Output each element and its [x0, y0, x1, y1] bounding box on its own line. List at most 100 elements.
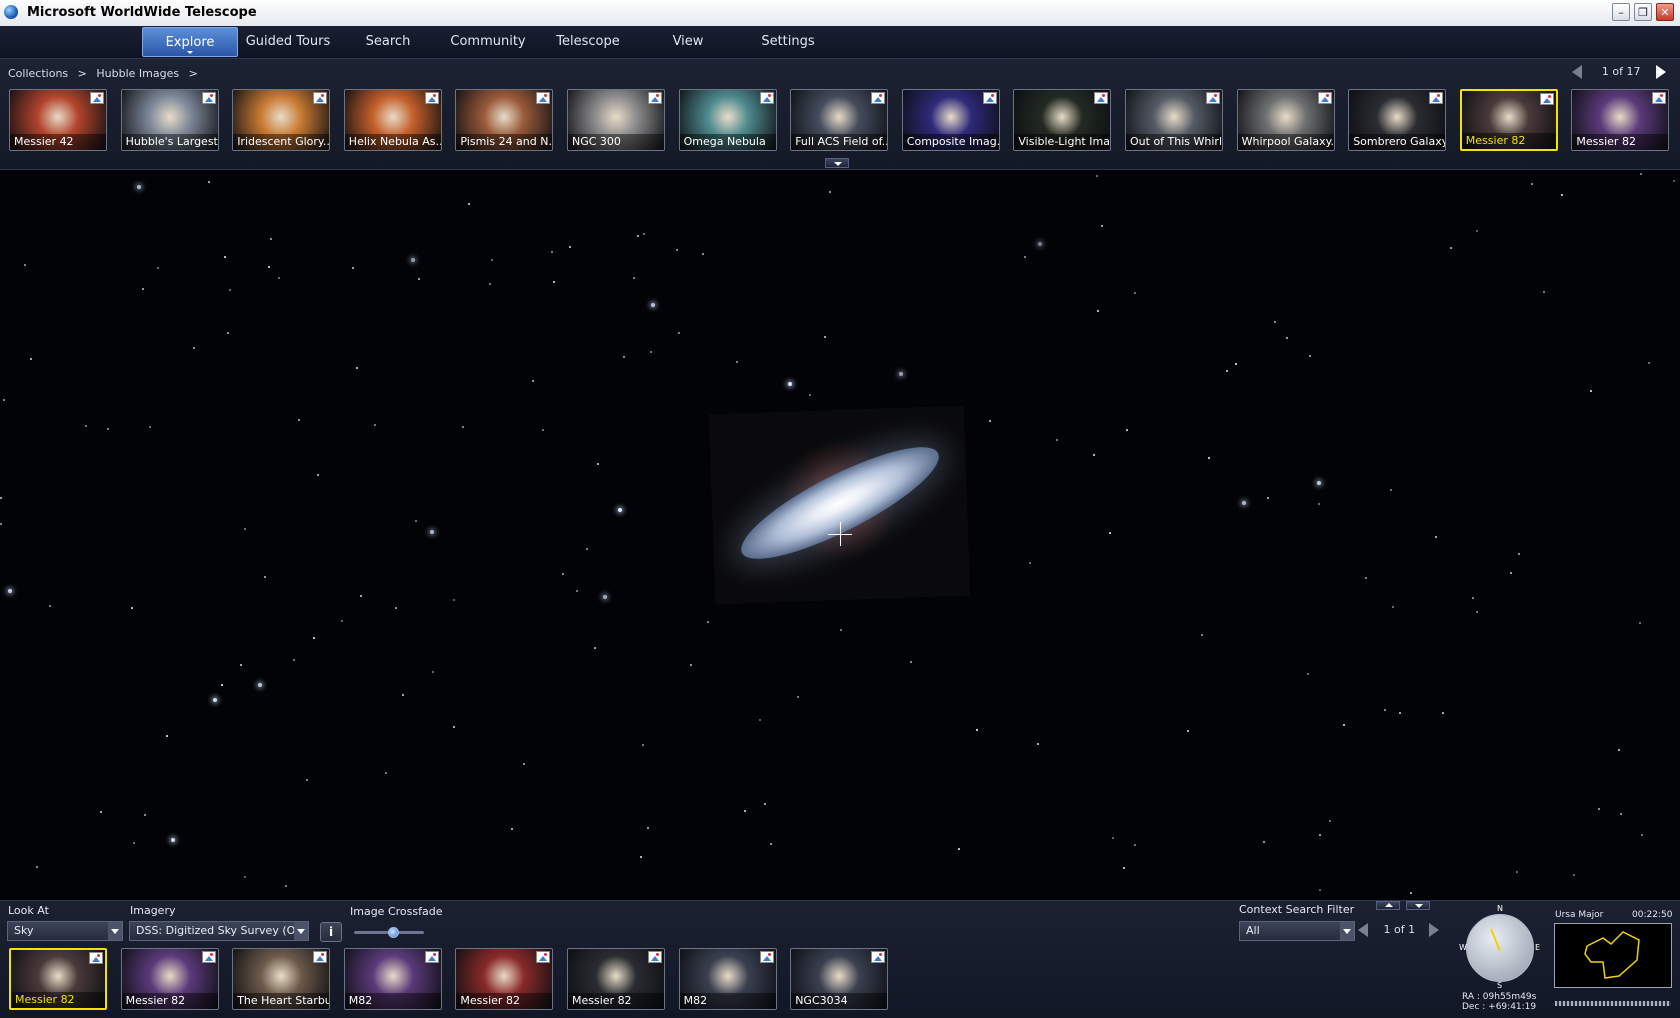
look-at-dropdown[interactable]: Sky: [7, 921, 123, 941]
explore-panel: Collections > Hubble Images > 1 of 17 Me…: [0, 59, 1680, 170]
context-thumbnail-caption: M82: [679, 993, 776, 1009]
tab-community[interactable]: Community: [440, 27, 536, 57]
info-icon[interactable]: i: [320, 922, 342, 942]
star: [542, 429, 544, 431]
slider-knob[interactable]: [387, 927, 399, 938]
time-scrubber[interactable]: [1555, 1001, 1671, 1006]
star: [690, 664, 692, 666]
imagery-dropdown[interactable]: DSS: Digitized Sky Survey (O...: [129, 921, 309, 941]
chevron-down-icon: [187, 51, 193, 54]
breadcrumb-collections[interactable]: Collections: [8, 67, 68, 80]
expand-panel-button[interactable]: [825, 158, 849, 168]
context-thumbnail[interactable]: NGC3034: [790, 948, 889, 1010]
star: [285, 885, 287, 887]
image-crossfade-slider[interactable]: [354, 927, 424, 938]
context-thumbnail[interactable]: M82: [343, 948, 442, 1010]
star: [1365, 577, 1367, 579]
star: [1392, 606, 1394, 608]
star: [1531, 183, 1533, 185]
star: [489, 283, 491, 285]
next-page-icon[interactable]: [1428, 923, 1439, 937]
previous-page-icon[interactable]: [1358, 923, 1368, 937]
star: [1134, 844, 1136, 846]
star: [1435, 536, 1437, 538]
star: [770, 843, 772, 845]
explore-thumbnail[interactable]: Omega Nebula: [678, 89, 777, 151]
star: [1126, 429, 1128, 431]
star: [647, 827, 649, 829]
star: [306, 779, 308, 781]
tab-settings[interactable]: Settings: [740, 27, 836, 57]
restore-icon[interactable]: ❐: [1634, 3, 1652, 21]
explore-thumbnail[interactable]: Sombrero Galaxy: [1348, 89, 1447, 151]
star: [989, 420, 991, 422]
close-icon[interactable]: ✕: [1656, 3, 1674, 21]
explore-thumbnail[interactable]: Pismis 24 and N...: [455, 89, 554, 151]
context-thumbnail[interactable]: Messier 82: [120, 948, 219, 1010]
image-type-icon: [201, 951, 216, 963]
image-type-icon: [1317, 92, 1332, 104]
context-thumbnail[interactable]: M82: [678, 948, 777, 1010]
tab-view[interactable]: View: [640, 27, 736, 57]
image-type-icon: [201, 92, 216, 104]
star: [1343, 724, 1345, 726]
explore-thumbnail[interactable]: Helix Nebula As...: [343, 89, 442, 151]
explore-pager: 1 of 17: [1572, 65, 1666, 81]
explore-thumbnail[interactable]: Messier 82: [1571, 89, 1670, 151]
star: [24, 264, 26, 266]
breadcrumb-hubble-images[interactable]: Hubble Images: [96, 67, 179, 80]
explore-thumbnail[interactable]: NGC 300: [567, 89, 665, 151]
previous-page-icon[interactable]: [1572, 65, 1583, 79]
explore-thumbnail[interactable]: Out of This Whirl:...: [1125, 89, 1223, 151]
star: [523, 763, 525, 765]
star: [1201, 634, 1203, 636]
explore-thumbnail[interactable]: Whirpool Galaxy...: [1236, 89, 1335, 151]
compass-icon[interactable]: N S E W: [1459, 904, 1540, 990]
sky-view[interactable]: [0, 170, 1680, 900]
star: [532, 380, 534, 382]
next-page-icon[interactable]: [1656, 65, 1666, 79]
star: [193, 347, 195, 349]
context-thumbnail[interactable]: Messier 82: [455, 948, 554, 1010]
star: [385, 772, 387, 774]
star: [642, 744, 644, 746]
compass-south-label: S: [1497, 981, 1503, 990]
star: [142, 288, 144, 290]
star: [650, 351, 652, 353]
context-thumbnail-caption: NGC3034: [791, 993, 888, 1009]
star: [1317, 481, 1321, 485]
explore-thumbnail-caption: Whirpool Galaxy...: [1237, 134, 1334, 150]
explore-thumbnail[interactable]: Composite Imag...: [901, 89, 1000, 151]
explore-thumbnail[interactable]: Messier 82: [1459, 89, 1558, 151]
page-indicator: 1 of 17: [1601, 65, 1641, 78]
context-scroll-down-button[interactable]: [1406, 901, 1430, 910]
tab-telescope[interactable]: Telescope: [540, 27, 636, 57]
minimize-icon[interactable]: –: [1612, 3, 1630, 21]
star: [1641, 834, 1643, 836]
tab-explore[interactable]: Explore: [142, 27, 238, 57]
tab-guided-tours[interactable]: Guided Tours: [240, 27, 336, 57]
context-scroll-up-button[interactable]: [1376, 901, 1400, 910]
explore-thumbnail[interactable]: Messier 42: [9, 89, 107, 151]
explore-thumbnail[interactable]: Hubble's Largest...: [120, 89, 219, 151]
explore-thumbnail[interactable]: Visible-Light Ima...: [1013, 89, 1112, 151]
context-thumbnail[interactable]: Messier 82: [9, 948, 107, 1010]
star: [144, 814, 146, 816]
star: [1648, 362, 1650, 364]
tab-search[interactable]: Search: [340, 27, 436, 57]
context-thumbnail-caption: Messier 82: [121, 993, 218, 1009]
context-thumbnail[interactable]: Messier 82: [567, 948, 665, 1010]
star: [899, 372, 903, 376]
star: [1208, 457, 1210, 459]
explore-thumbnail-caption: Pismis 24 and N...: [456, 134, 553, 150]
explore-thumbnail-caption: Omega Nebula: [679, 134, 776, 150]
explore-thumbnail[interactable]: Full ACS Field of...: [790, 89, 889, 151]
context-thumbnail[interactable]: The Heart Starbu...: [232, 948, 331, 1010]
context-filter-dropdown[interactable]: All: [1239, 921, 1355, 941]
star: [829, 191, 831, 193]
context-thumbnail-caption: M82: [344, 993, 441, 1009]
star: [1518, 553, 1520, 555]
star: [1037, 743, 1039, 745]
constellation-map[interactable]: [1554, 923, 1672, 988]
explore-thumbnail[interactable]: Iridescent Glory...: [232, 89, 331, 151]
